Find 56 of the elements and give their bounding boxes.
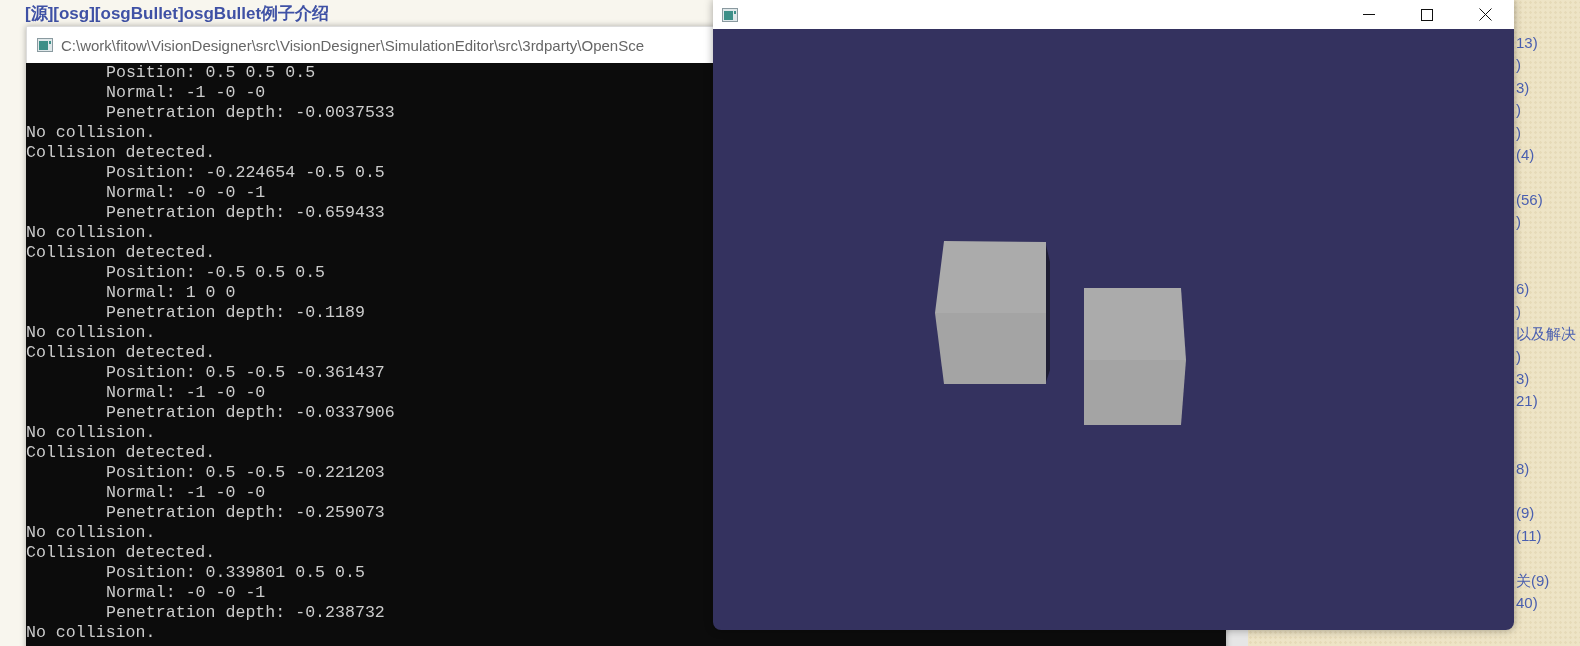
sidebar-link[interactable]: (9) bbox=[1516, 502, 1535, 525]
console-line: Normal: 1 0 0 bbox=[106, 283, 236, 303]
sidebar-link[interactable]: 40) bbox=[1516, 592, 1538, 614]
sidebar-link[interactable]: ) bbox=[1516, 54, 1521, 77]
console-line: Penetration depth: -0.0037533 bbox=[106, 103, 395, 123]
console-line: Normal: -1 -0 -0 bbox=[106, 483, 266, 503]
console-line: Penetration depth: -0.238732 bbox=[106, 603, 385, 623]
sidebar-link[interactable]: 3) bbox=[1516, 368, 1530, 390]
sidebar-link[interactable]: (56) bbox=[1516, 188, 1543, 211]
sidebar-link[interactable]: 关(9) bbox=[1516, 569, 1550, 592]
console-line: No collision. bbox=[26, 123, 156, 143]
console-line: Position: -0.5 0.5 0.5 bbox=[106, 263, 326, 283]
close-icon bbox=[1478, 8, 1492, 21]
sidebar-link[interactable]: 3) bbox=[1516, 76, 1530, 99]
minimize-icon bbox=[1363, 13, 1375, 16]
sidebar-link[interactable]: 6) bbox=[1516, 278, 1530, 301]
console-line: Position: 0.5 0.5 0.5 bbox=[106, 63, 316, 83]
console-line: Collision detected. bbox=[26, 443, 216, 463]
maximize-icon bbox=[1421, 8, 1433, 21]
sidebar-link[interactable]: ) bbox=[1516, 211, 1521, 234]
sidebar-link[interactable]: 8) bbox=[1516, 457, 1530, 480]
console-line: Collision detected. bbox=[26, 143, 216, 163]
console-line: Position: 0.5 -0.5 -0.221203 bbox=[106, 463, 385, 483]
sidebar-link[interactable]: 13) bbox=[1516, 32, 1538, 54]
console-icon bbox=[37, 38, 53, 52]
console-line: No collision. bbox=[26, 223, 156, 243]
sidebar-link[interactable]: 以及解决 bbox=[1516, 323, 1576, 346]
console-line: Position: 0.339801 0.5 0.5 bbox=[106, 563, 365, 583]
console-line: Collision detected. bbox=[26, 343, 216, 363]
console-line: Normal: -1 -0 -0 bbox=[106, 383, 266, 403]
window-title: C:\work\fitow\VisionDesigner\src\VisionDesigner\SimulationEditor\src\3rdparty\OpenSce bbox=[61, 36, 645, 54]
console-line: No collision. bbox=[26, 523, 156, 543]
console-line: Collision detected. bbox=[26, 243, 216, 263]
console-line: No collision. bbox=[26, 623, 156, 643]
console-line: Position: -0.224654 -0.5 0.5 bbox=[106, 163, 385, 183]
console-line: No collision. bbox=[26, 423, 156, 443]
sidebar-link[interactable]: (4) bbox=[1516, 144, 1535, 166]
article-title[interactable]: [源][osg][osgBullet]osgBullet例子介绍 bbox=[25, 2, 330, 25]
console-line: Normal: -0 -0 -1 bbox=[106, 183, 266, 203]
sidebar-link[interactable]: (11) bbox=[1516, 524, 1542, 547]
console-line: Penetration depth: -0.659433 bbox=[106, 203, 385, 223]
sidebar-link[interactable]: ) bbox=[1516, 300, 1521, 323]
console-line: Collision detected. bbox=[26, 543, 216, 563]
sidebar-link[interactable]: ) bbox=[1516, 121, 1521, 144]
app-icon bbox=[722, 7, 738, 22]
console-line: Penetration depth: -0.259073 bbox=[106, 503, 385, 523]
console-line: Position: 0.5 -0.5 -0.361437 bbox=[106, 363, 385, 383]
sidebar-link[interactable]: ) bbox=[1516, 345, 1521, 368]
console-line: No collision. bbox=[26, 323, 156, 343]
console-line: Normal: -0 -0 -1 bbox=[106, 583, 266, 603]
sidebar-link[interactable]: 21) bbox=[1516, 390, 1538, 413]
console-line: Normal: -1 -0 -0 bbox=[106, 83, 266, 103]
console-line: Penetration depth: -0.0337906 bbox=[106, 403, 395, 423]
console-line: Penetration depth: -0.1189 bbox=[106, 303, 365, 323]
sidebar-link[interactable]: ) bbox=[1516, 99, 1521, 122]
3d-viewport[interactable] bbox=[713, 29, 1514, 630]
